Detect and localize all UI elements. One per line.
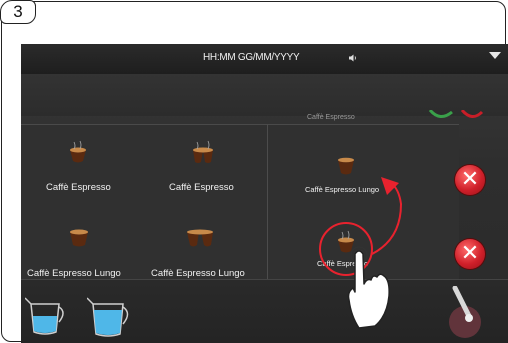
steam-wand-icon[interactable] [445, 286, 485, 340]
dropdown-arrow-icon[interactable] [488, 51, 502, 61]
espresso-cup-icon [70, 140, 86, 163]
beverage-label: Caffè Espresso Lungo [27, 268, 121, 279]
beverage-label: Caffè Espresso [169, 182, 234, 193]
delete-icon: ✕ [460, 167, 480, 192]
partial-buttons [428, 110, 484, 118]
espresso-lungo-cup-icon [70, 229, 88, 247]
time-date-text: HH:MM GG/MM/YYYY [203, 52, 300, 63]
machine-display: HH:MM GG/MM/YYYY Caffè Espresso Caffè Es… [21, 44, 508, 343]
list-item-partial[interactable]: Caffè Espresso [21, 110, 484, 124]
double-espresso-lungo-cup-icon [187, 229, 213, 247]
status-bar: HH:MM GG/MM/YYYY [21, 44, 508, 75]
delete-icon: ✕ [460, 241, 480, 266]
volume-icon[interactable] [348, 53, 358, 63]
bottom-bar [21, 279, 508, 343]
beverage-label: Caffè Espresso [46, 182, 111, 193]
water-jug-icon[interactable] [25, 290, 69, 336]
step-number-badge: 3 [0, 0, 36, 24]
list-item-label: Caffè Espresso [307, 114, 355, 121]
hand-pointer-icon [347, 246, 390, 329]
beverage-label: Caffè Espresso Lungo [151, 268, 245, 279]
delete-button[interactable]: ✕ [455, 165, 485, 195]
grid-divider [267, 124, 268, 279]
water-jug-icon[interactable] [87, 290, 135, 338]
delete-button[interactable]: ✕ [455, 239, 485, 269]
double-espresso-cup-icon [193, 140, 213, 163]
